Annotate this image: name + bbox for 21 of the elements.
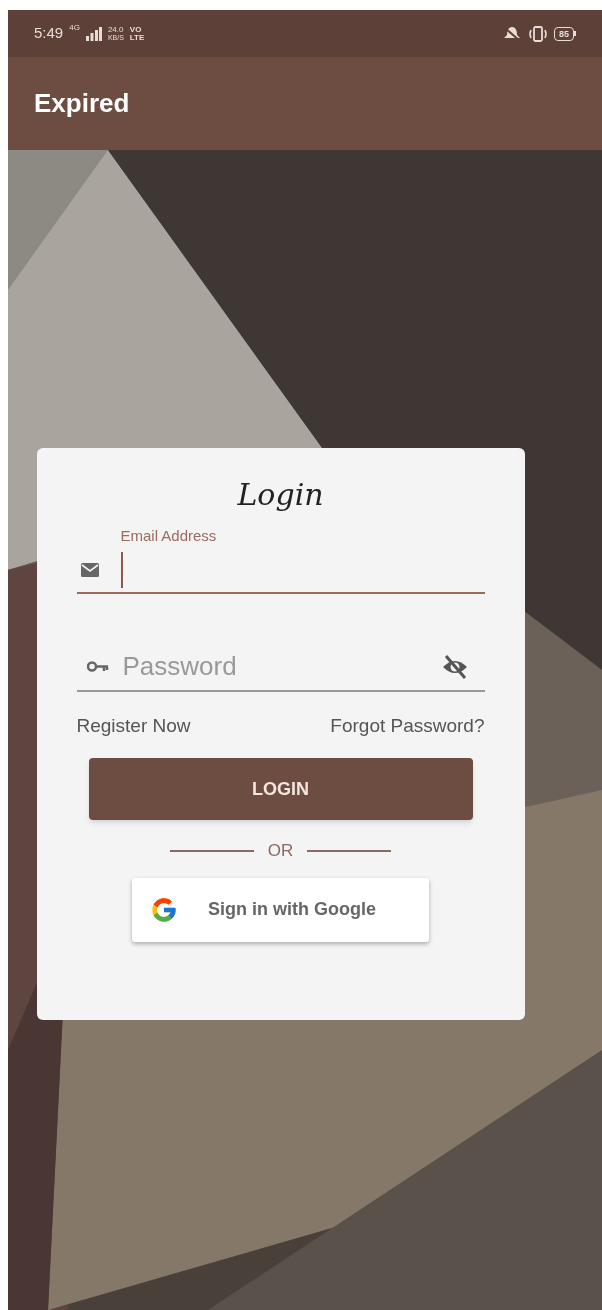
vibrate-icon [528,25,548,42]
battery-indicator: 85 [554,26,576,41]
password-placeholder: Password [122,650,238,683]
email-label: Email Address [120,526,218,546]
status-time: 5:49 [34,23,64,44]
signal-icon [85,26,102,41]
login-title: Login [237,476,324,514]
volte-label: VO [129,25,143,34]
google-logo-icon [150,895,178,924]
key-icon [86,661,109,672]
app-bar-title: Expired [34,87,130,120]
network-type: 4G [69,22,80,35]
google-sign-in-button[interactable]: Sign in with Google [132,877,429,942]
text-cursor [120,551,123,588]
data-speed: 24.0 [107,25,124,34]
forgot-password-link[interactable]: Forgot Password? [330,711,485,740]
login-button[interactable]: LOGIN [88,758,473,820]
or-divider-text: OR [267,840,294,862]
envelope-icon [80,562,99,577]
volte-label: LTE [129,33,145,42]
register-link[interactable]: Register Now [76,711,191,740]
